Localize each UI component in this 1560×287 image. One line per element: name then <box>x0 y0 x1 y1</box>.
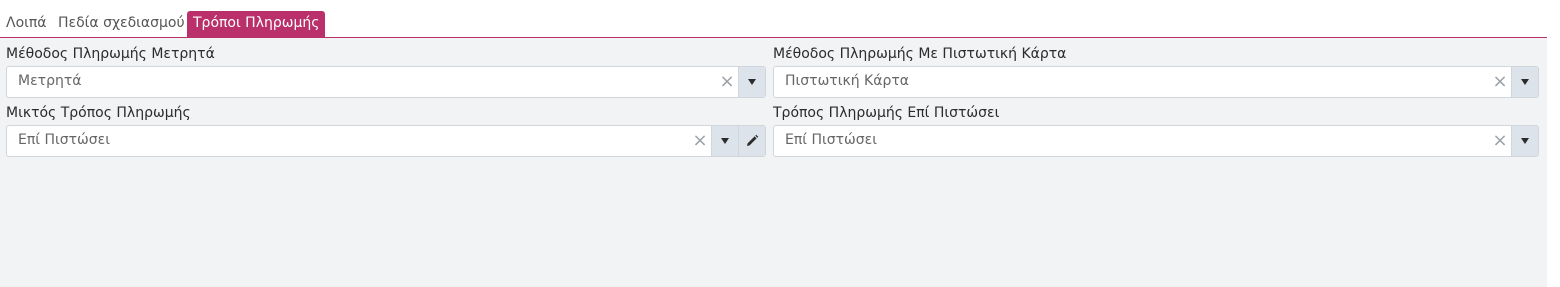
close-icon[interactable]: × <box>691 130 709 152</box>
cash-payment-value: Μετρητά <box>18 73 82 89</box>
mixed-payment-value: Επί Πιστώσει <box>18 132 110 148</box>
card-payment-value: Πιστωτική Κάρτα <box>785 73 909 89</box>
cash-payment-select[interactable]: Μετρητά × <box>6 66 766 98</box>
credit-payment-value: Επί Πιστώσει <box>785 132 877 148</box>
pencil-icon[interactable] <box>738 126 765 156</box>
card-payment-label: Μέθοδος Πληρωμής Με Πιστωτική Κάρτα <box>773 46 1067 62</box>
chevron-down-icon[interactable] <box>1511 67 1538 97</box>
cash-payment-label: Μέθοδος Πληρωμής Μετρητά <box>6 46 215 62</box>
credit-payment-select[interactable]: Επί Πιστώσει × <box>773 125 1539 157</box>
card-payment-select[interactable]: Πιστωτική Κάρτα × <box>773 66 1539 98</box>
close-icon[interactable]: × <box>1491 130 1509 152</box>
tab-payment-methods[interactable]: Τρόποι Πληρωμής <box>187 11 326 38</box>
chevron-down-icon[interactable] <box>711 126 738 156</box>
close-icon[interactable]: × <box>718 71 736 93</box>
chevron-down-icon[interactable] <box>738 67 765 97</box>
mixed-payment-label: Μικτός Τρόπος Πληρωμής <box>6 105 191 121</box>
form-panel: Μέθοδος Πληρωμής Μετρητά Μετρητά × Μέθοδ… <box>0 38 1547 287</box>
tab-bar: Λοιπά Πεδία σχεδιασμού Τρόποι Πληρωμής <box>0 0 1547 38</box>
credit-payment-label: Τρόπος Πληρωμής Επί Πιστώσει <box>773 105 1000 121</box>
chevron-down-icon[interactable] <box>1511 126 1538 156</box>
tab-misc[interactable]: Λοιπά <box>0 11 53 37</box>
mixed-payment-select[interactable]: Επί Πιστώσει × <box>6 125 766 157</box>
tab-design-fields[interactable]: Πεδία σχεδιασμού <box>52 11 191 37</box>
close-icon[interactable]: × <box>1491 71 1509 93</box>
